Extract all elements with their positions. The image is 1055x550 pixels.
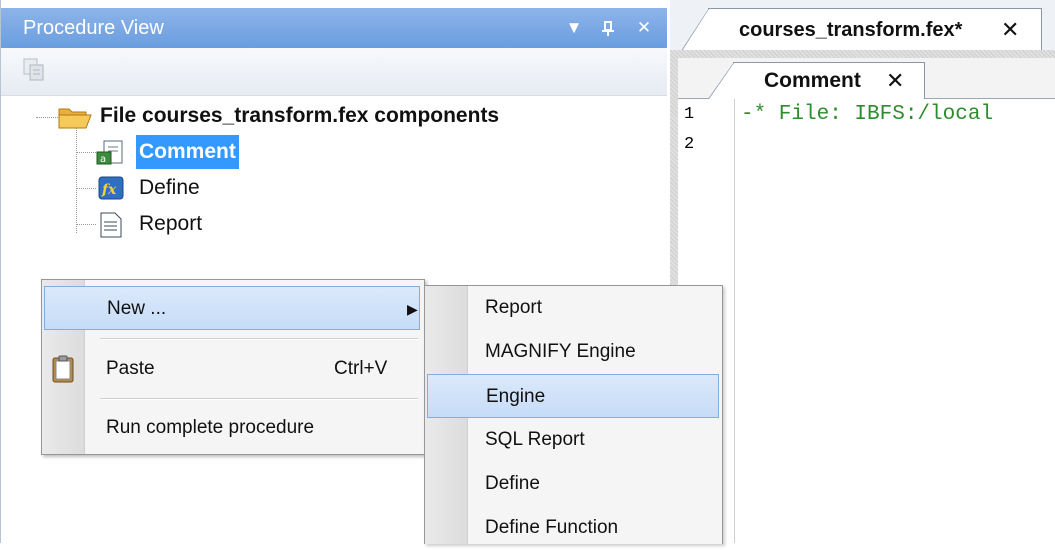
clipboard-icon bbox=[52, 355, 74, 400]
tree-item-comment[interactable]: a Comment bbox=[96, 135, 266, 169]
define-fx-icon: fx bbox=[98, 176, 124, 211]
close-tab-icon[interactable]: ✕ bbox=[1001, 9, 1019, 51]
procedure-view-toolbar bbox=[1, 48, 667, 96]
procedure-view-title: Procedure View bbox=[23, 17, 164, 39]
tree-root-label: File courses_transform.fex components bbox=[100, 104, 500, 127]
tab-courses-transform[interactable]: courses_transform.fex* ✕ bbox=[681, 8, 1042, 51]
report-icon bbox=[99, 212, 123, 249]
procedure-view-title-bar: Procedure View ▼ ✕ bbox=[1, 8, 667, 48]
menu-item-label: New ... bbox=[107, 298, 167, 319]
menu-item-run-complete-procedure[interactable]: Run complete procedure bbox=[44, 406, 420, 450]
tab-label: courses_transform.fex* bbox=[739, 19, 963, 41]
line-number: 2 bbox=[684, 135, 695, 154]
menu-item-label: SQL Report bbox=[485, 429, 585, 450]
submenu-item-define-function[interactable]: Define Function bbox=[427, 506, 719, 550]
submenu-item-engine[interactable]: Engine bbox=[427, 374, 719, 418]
menu-item-label: MAGNIFY Engine bbox=[485, 341, 636, 362]
submenu-arrow-icon: ▶ bbox=[407, 301, 418, 317]
context-menu: New ... ▶ Paste Ctrl+V Run complete proc… bbox=[41, 279, 425, 455]
submenu-item-sql-report[interactable]: SQL Report bbox=[427, 418, 719, 462]
submenu-item-magnify-engine[interactable]: MAGNIFY Engine bbox=[427, 330, 719, 374]
menu-item-shortcut: Ctrl+V bbox=[334, 358, 388, 379]
menu-separator bbox=[100, 338, 418, 340]
tree-item-label: Define bbox=[139, 176, 200, 199]
document-tab-strip: courses_transform.fex* ✕ bbox=[670, 0, 1055, 51]
menu-separator bbox=[100, 398, 418, 400]
line-number: 1 bbox=[684, 105, 695, 124]
svg-text:fx: fx bbox=[101, 182, 117, 198]
menu-item-paste[interactable]: Paste Ctrl+V bbox=[44, 347, 420, 391]
tree-connector bbox=[76, 152, 96, 153]
close-tab-icon[interactable]: ✕ bbox=[886, 63, 904, 99]
menu-item-label: Define Function bbox=[485, 517, 619, 538]
tree-connector bbox=[76, 127, 77, 233]
dropdown-icon[interactable]: ▼ bbox=[563, 8, 585, 48]
tree-connector bbox=[76, 224, 96, 225]
close-icon[interactable]: ✕ bbox=[633, 8, 655, 48]
menu-item-label: Paste bbox=[106, 358, 155, 379]
menu-item-label: Report bbox=[485, 297, 543, 318]
editor-area: courses_transform.fex* ✕ Comment ✕ 1 2 -… bbox=[670, 0, 1055, 543]
tree-item-report[interactable]: Report bbox=[96, 207, 246, 241]
new-submenu: Report MAGNIFY Engine Engine SQL Report … bbox=[424, 285, 723, 544]
menu-item-label: Engine bbox=[486, 386, 546, 407]
pin-icon[interactable] bbox=[597, 8, 619, 48]
tree-root-node[interactable]: File courses_transform.fex components bbox=[58, 99, 578, 133]
submenu-item-define[interactable]: Define bbox=[427, 462, 719, 506]
tree-item-label: Comment bbox=[136, 135, 239, 169]
tree-item-label: Report bbox=[139, 212, 203, 235]
menu-item-new[interactable]: New ... ▶ bbox=[44, 286, 420, 330]
tree-connector bbox=[36, 117, 58, 118]
tree-connector bbox=[76, 188, 96, 189]
menu-item-label: Run complete procedure bbox=[106, 417, 315, 438]
code-editor[interactable]: 1 2 -* File: IBFS:/local bbox=[678, 99, 1055, 543]
tree-item-define[interactable]: fx Define bbox=[96, 171, 246, 205]
tab-comment[interactable]: Comment ✕ bbox=[708, 62, 925, 99]
copy-icon[interactable] bbox=[23, 58, 45, 82]
component-tab-strip: Comment ✕ bbox=[678, 58, 1055, 99]
folder-icon bbox=[58, 105, 92, 140]
submenu-item-report[interactable]: Report bbox=[427, 286, 719, 330]
code-line: -* File: IBFS:/local bbox=[741, 103, 994, 126]
menu-item-label: Define bbox=[485, 473, 540, 494]
svg-text:a: a bbox=[100, 154, 106, 165]
tab-label: Comment bbox=[764, 69, 861, 92]
